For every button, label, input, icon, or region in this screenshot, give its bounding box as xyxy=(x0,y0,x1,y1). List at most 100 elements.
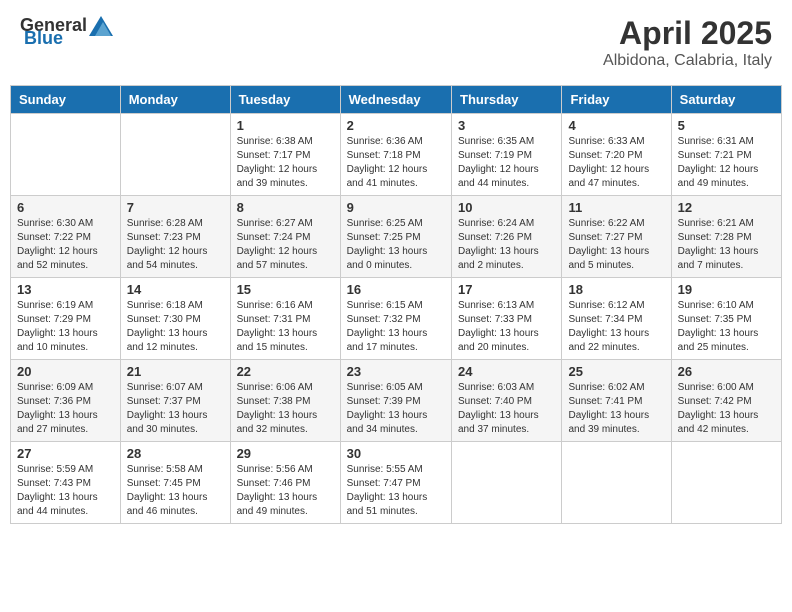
day-cell: 30Sunrise: 5:55 AM Sunset: 7:47 PM Dayli… xyxy=(340,442,451,524)
day-info: Sunrise: 6:03 AM Sunset: 7:40 PM Dayligh… xyxy=(458,381,555,437)
weekday-header-sunday: Sunday xyxy=(11,86,121,114)
day-cell: 17 Sunrise: 6:13 AM Sunset: 7:33 PM Dayli… xyxy=(452,278,562,360)
day-info: Sunrise: 5:59 AM Sunset: 7:43 PM Dayligh… xyxy=(17,463,114,519)
day-info: Sunrise: 6:27 AM Sunset: 7:24 PM Dayligh… xyxy=(237,217,334,273)
day-cell xyxy=(120,114,230,196)
day-info: Sunrise: 6:35 AM Sunset: 7:19 PM Dayligh… xyxy=(458,135,555,191)
day-number: 29 xyxy=(237,446,334,461)
day-number: 13 xyxy=(17,282,114,297)
day-info: Sunrise: 6:10 AM Sunset: 7:35 PM Dayligh… xyxy=(678,299,775,355)
day-cell: 28 Sunrise: 5:58 AM Sunset: 7:45 PM Dayli… xyxy=(120,442,230,524)
day-info: Sunrise: 6:16 AM Sunset: 7:31 PM Dayligh… xyxy=(237,299,334,355)
day-cell: 11 Sunrise: 6:22 AM Sunset: 7:27 PM Dayli… xyxy=(562,196,671,278)
day-cell: 2 Sunrise: 6:36 AM Sunset: 7:18 PM Daylig… xyxy=(340,114,451,196)
day-cell: 13 Sunrise: 6:19 AM Sunset: 7:29 PM Dayli… xyxy=(11,278,121,360)
day-info: Sunrise: 6:09 AM Sunset: 7:36 PM Dayligh… xyxy=(17,381,114,437)
day-info: Sunrise: 6:24 AM Sunset: 7:26 PM Dayligh… xyxy=(458,217,555,273)
day-number: 5 xyxy=(678,118,775,133)
day-info: Sunrise: 6:31 AM Sunset: 7:21 PM Dayligh… xyxy=(678,135,775,191)
page-header: General Blue April 2025 Albidona, Calabr… xyxy=(10,10,782,75)
day-cell: 25 Sunrise: 6:02 AM Sunset: 7:41 PM Dayli… xyxy=(562,360,671,442)
month-title: April 2025 xyxy=(603,15,772,52)
day-number: 22 xyxy=(237,364,334,379)
day-number: 25 xyxy=(568,364,664,379)
day-number: 18 xyxy=(568,282,664,297)
day-number: 4 xyxy=(568,118,664,133)
day-info: Sunrise: 6:25 AM Sunset: 7:25 PM Dayligh… xyxy=(347,217,445,273)
calendar-table: SundayMondayTuesdayWednesdayThursdayFrid… xyxy=(10,85,782,524)
week-row-3: 13 Sunrise: 6:19 AM Sunset: 7:29 PM Dayli… xyxy=(11,278,782,360)
day-info: Sunrise: 6:06 AM Sunset: 7:38 PM Dayligh… xyxy=(237,381,334,437)
day-info: Sunrise: 6:12 AM Sunset: 7:34 PM Dayligh… xyxy=(568,299,664,355)
day-cell: 7Sunrise: 6:28 AM Sunset: 7:23 PM Daylig… xyxy=(120,196,230,278)
day-info: Sunrise: 6:30 AM Sunset: 7:22 PM Dayligh… xyxy=(17,217,114,273)
day-info: Sunrise: 6:13 AM Sunset: 7:33 PM Dayligh… xyxy=(458,299,555,355)
day-info: Sunrise: 6:36 AM Sunset: 7:18 PM Dayligh… xyxy=(347,135,445,191)
day-number: 26 xyxy=(678,364,775,379)
weekday-header-thursday: Thursday xyxy=(452,86,562,114)
day-number: 10 xyxy=(458,200,555,215)
day-number: 19 xyxy=(678,282,775,297)
day-info: Sunrise: 6:05 AM Sunset: 7:39 PM Dayligh… xyxy=(347,381,445,437)
day-number: 11 xyxy=(568,200,664,215)
week-row-2: 6 Sunrise: 6:30 AM Sunset: 7:22 PM Daylig… xyxy=(11,196,782,278)
logo-blue-text: Blue xyxy=(24,28,63,49)
weekday-header-monday: Monday xyxy=(120,86,230,114)
day-cell: 4 Sunrise: 6:33 AM Sunset: 7:20 PM Daylig… xyxy=(562,114,671,196)
day-number: 24 xyxy=(458,364,555,379)
day-info: Sunrise: 6:33 AM Sunset: 7:20 PM Dayligh… xyxy=(568,135,664,191)
day-cell: 3Sunrise: 6:35 AM Sunset: 7:19 PM Daylig… xyxy=(452,114,562,196)
weekday-header-saturday: Saturday xyxy=(671,86,781,114)
day-cell: 24 Sunrise: 6:03 AM Sunset: 7:40 PM Dayli… xyxy=(452,360,562,442)
day-number: 2 xyxy=(347,118,445,133)
day-info: Sunrise: 6:22 AM Sunset: 7:27 PM Dayligh… xyxy=(568,217,664,273)
location-title: Albidona, Calabria, Italy xyxy=(603,52,772,70)
logo-icon xyxy=(89,16,113,36)
day-cell xyxy=(452,442,562,524)
day-number: 12 xyxy=(678,200,775,215)
day-cell: 14Sunrise: 6:18 AM Sunset: 7:30 PM Dayli… xyxy=(120,278,230,360)
weekday-header-friday: Friday xyxy=(562,86,671,114)
day-number: 9 xyxy=(347,200,445,215)
weekday-header-tuesday: Tuesday xyxy=(230,86,340,114)
day-info: Sunrise: 6:15 AM Sunset: 7:32 PM Dayligh… xyxy=(347,299,445,355)
day-number: 30 xyxy=(347,446,445,461)
day-number: 16 xyxy=(347,282,445,297)
day-cell: 10 Sunrise: 6:24 AM Sunset: 7:26 PM Dayli… xyxy=(452,196,562,278)
day-cell: 27 Sunrise: 5:59 AM Sunset: 7:43 PM Dayli… xyxy=(11,442,121,524)
day-info: Sunrise: 6:07 AM Sunset: 7:37 PM Dayligh… xyxy=(127,381,224,437)
day-info: Sunrise: 6:19 AM Sunset: 7:29 PM Dayligh… xyxy=(17,299,114,355)
day-number: 27 xyxy=(17,446,114,461)
day-cell: 19 Sunrise: 6:10 AM Sunset: 7:35 PM Dayli… xyxy=(671,278,781,360)
day-cell: 9 Sunrise: 6:25 AM Sunset: 7:25 PM Daylig… xyxy=(340,196,451,278)
logo: General Blue xyxy=(20,15,115,49)
day-info: Sunrise: 5:58 AM Sunset: 7:45 PM Dayligh… xyxy=(127,463,224,519)
day-cell: 5 Sunrise: 6:31 AM Sunset: 7:21 PM Daylig… xyxy=(671,114,781,196)
day-info: Sunrise: 6:21 AM Sunset: 7:28 PM Dayligh… xyxy=(678,217,775,273)
week-row-5: 27 Sunrise: 5:59 AM Sunset: 7:43 PM Dayli… xyxy=(11,442,782,524)
day-info: Sunrise: 5:56 AM Sunset: 7:46 PM Dayligh… xyxy=(237,463,334,519)
day-cell xyxy=(562,442,671,524)
day-number: 1 xyxy=(237,118,334,133)
day-cell: 21 Sunrise: 6:07 AM Sunset: 7:37 PM Dayli… xyxy=(120,360,230,442)
day-cell: 29 Sunrise: 5:56 AM Sunset: 7:46 PM Dayli… xyxy=(230,442,340,524)
day-cell: 16 Sunrise: 6:15 AM Sunset: 7:32 PM Dayli… xyxy=(340,278,451,360)
day-cell xyxy=(11,114,121,196)
day-cell: 23 Sunrise: 6:05 AM Sunset: 7:39 PM Dayli… xyxy=(340,360,451,442)
day-cell: 26 Sunrise: 6:00 AM Sunset: 7:42 PM Dayli… xyxy=(671,360,781,442)
weekday-header-wednesday: Wednesday xyxy=(340,86,451,114)
day-info: Sunrise: 6:00 AM Sunset: 7:42 PM Dayligh… xyxy=(678,381,775,437)
day-info: Sunrise: 6:02 AM Sunset: 7:41 PM Dayligh… xyxy=(568,381,664,437)
day-number: 23 xyxy=(347,364,445,379)
day-number: 21 xyxy=(127,364,224,379)
day-cell: 22 Sunrise: 6:06 AM Sunset: 7:38 PM Dayli… xyxy=(230,360,340,442)
title-block: April 2025 Albidona, Calabria, Italy xyxy=(603,15,772,70)
day-cell xyxy=(671,442,781,524)
day-number: 6 xyxy=(17,200,114,215)
day-number: 28 xyxy=(127,446,224,461)
day-number: 7 xyxy=(127,200,224,215)
day-number: 8 xyxy=(237,200,334,215)
week-row-1: 1Sunrise: 6:38 AM Sunset: 7:17 PM Daylig… xyxy=(11,114,782,196)
day-cell: 12 Sunrise: 6:21 AM Sunset: 7:28 PM Dayli… xyxy=(671,196,781,278)
day-number: 17 xyxy=(458,282,555,297)
